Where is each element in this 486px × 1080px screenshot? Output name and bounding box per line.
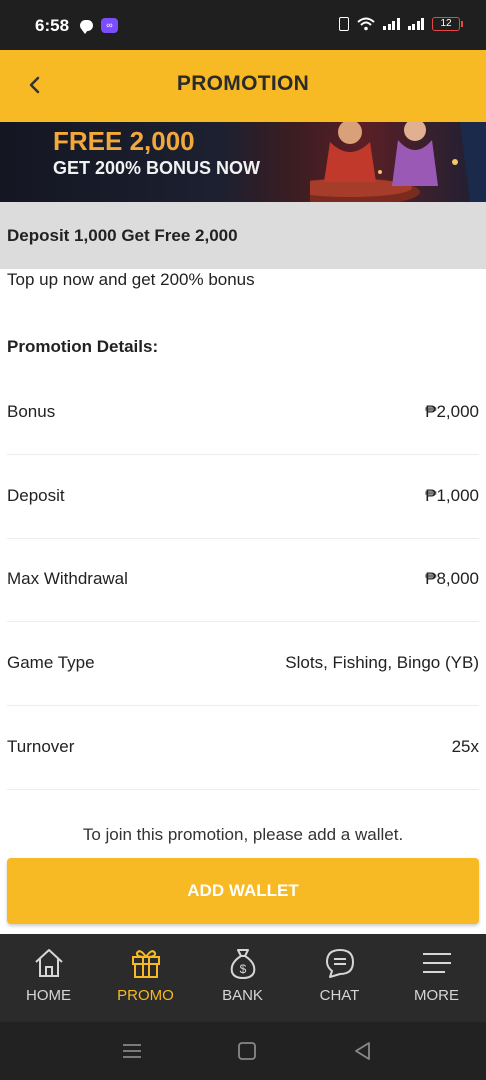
detail-row-deposit: Deposit ₱1,000 — [7, 454, 479, 539]
detail-value: Slots, Fishing, Bingo (YB) — [285, 653, 479, 672]
page-title: PROMOTION — [176, 72, 310, 95]
add-wallet-button[interactable]: ADD WALLET — [7, 858, 479, 924]
detail-row-turnover: Turnover 25x — [7, 705, 479, 790]
join-instruction: To join this promotion, please add a wal… — [82, 825, 404, 844]
chat-icon — [326, 949, 354, 978]
detail-row-game-type: Game Type Slots, Fishing, Bingo (YB) — [7, 621, 479, 706]
signal-icon-2 — [407, 18, 424, 30]
detail-value: ₱2,000 — [425, 402, 479, 421]
detail-row-bonus: Bonus ₱2,000 — [7, 370, 479, 455]
message-icon — [80, 20, 93, 34]
banner-headline: FREE 2,000 — [53, 126, 195, 156]
nav-item-home[interactable]: HOME — [0, 934, 97, 1022]
promotion-name-bar: Deposit 1,000 Get Free 2,000 — [0, 202, 486, 269]
detail-value: ₱1,000 — [425, 486, 479, 505]
detail-label: Game Type — [7, 653, 95, 672]
banner-subheadline: GET 200% BONUS NOW — [53, 158, 261, 178]
menu-icon — [423, 953, 451, 973]
battery-icon: 12 — [432, 17, 463, 31]
back-triangle-icon[interactable] — [351, 1040, 375, 1062]
nav-label: HOME — [26, 987, 71, 1004]
detail-label: Bonus — [7, 402, 56, 421]
svg-text:$: $ — [240, 962, 247, 976]
promo-banner: FREE 2,000 GET 200% BONUS NOW — [0, 122, 486, 202]
app-notification-icon: ∞ — [101, 18, 118, 33]
nav-label: MORE — [414, 987, 459, 1004]
app-header: PROMOTION — [0, 50, 486, 122]
nav-label: CHAT — [319, 987, 360, 1004]
promotion-subtitle: Top up now and get 200% bonus — [7, 270, 255, 289]
vibrate-icon — [339, 17, 349, 31]
detail-value: 25x — [451, 737, 479, 756]
detail-label: Turnover — [7, 737, 75, 756]
money-bag-icon: $ — [230, 949, 256, 980]
bottom-nav: HOME PROMO $ BANK CHAT MORE — [0, 934, 486, 1022]
nav-item-bank[interactable]: $ BANK — [194, 934, 291, 1022]
detail-row-max-withdrawal: Max Withdrawal ₱8,000 — [7, 537, 479, 622]
nav-label: BANK — [222, 987, 263, 1004]
promotion-name: Deposit 1,000 Get Free 2,000 — [7, 226, 238, 245]
status-bar: 6:58 ∞ 12 — [0, 0, 486, 50]
detail-label: Deposit — [7, 486, 65, 505]
casino-art-image — [310, 122, 486, 202]
recents-icon[interactable] — [120, 1040, 144, 1062]
nav-label: PROMO — [117, 987, 174, 1004]
nav-item-more[interactable]: MORE — [388, 934, 485, 1022]
signal-icon — [383, 18, 400, 30]
gift-icon — [132, 950, 160, 978]
home-square-icon[interactable] — [235, 1040, 259, 1062]
home-icon — [35, 949, 63, 977]
status-time: 6:58 — [35, 16, 70, 35]
nav-item-promo[interactable]: PROMO — [97, 934, 194, 1022]
detail-label: Max Withdrawal — [7, 569, 128, 588]
system-nav-bar — [0, 1022, 486, 1080]
nav-item-chat[interactable]: CHAT — [291, 934, 388, 1022]
details-heading: Promotion Details: — [7, 337, 159, 356]
wifi-icon — [357, 17, 375, 31]
detail-value: ₱8,000 — [425, 569, 479, 588]
